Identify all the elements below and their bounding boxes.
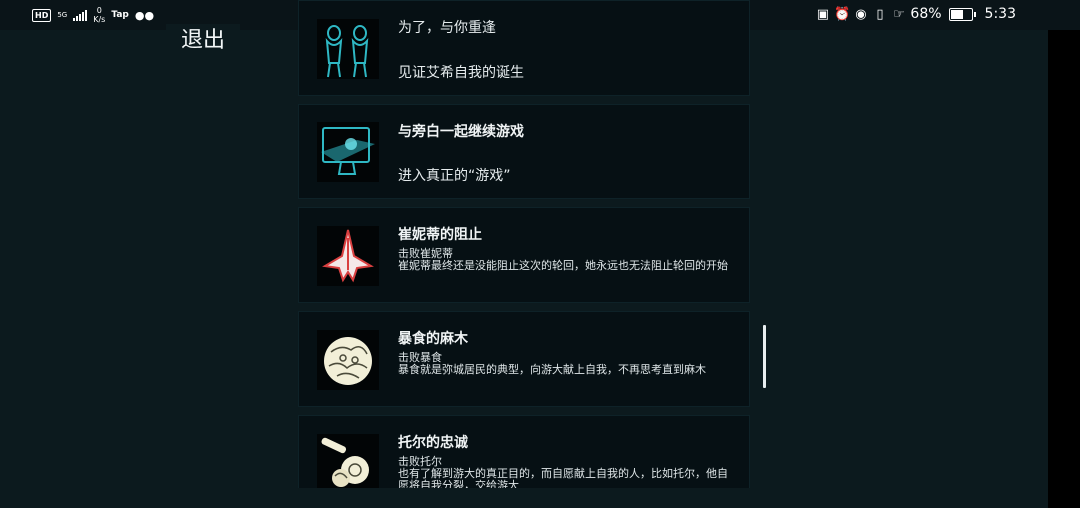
scrollbar[interactable] xyxy=(763,325,766,388)
battery-fill xyxy=(950,9,963,19)
achievement-title: 与旁白一起继续游戏 xyxy=(398,124,524,140)
achievement-card[interactable]: 暴食的麻木 击败暴食 暴食就是弥城居民的典型，向游大献上自我，不再思考直到麻木 xyxy=(298,311,750,407)
clock: 5:33 xyxy=(984,6,1016,22)
speed-unit: K/s xyxy=(93,15,106,24)
nfc-icon: ▣ xyxy=(816,6,830,22)
status-left: HD 5G 0 K/s Tap ●● xyxy=(32,6,154,24)
achievement-card[interactable]: 托尔的忠诚 击败托尔 也有了解到游大的真正目的，而自愿献上自我的人，比如托尔，他… xyxy=(298,415,750,488)
signal-icon xyxy=(73,9,88,21)
achievement-title: 崔妮蒂的阻止 xyxy=(398,227,482,243)
network-speed: 0 K/s xyxy=(93,6,105,24)
thor-cannon-icon xyxy=(317,434,379,488)
alarm-icon: ⏰ xyxy=(834,6,851,22)
exit-button[interactable]: 退出 xyxy=(166,24,240,58)
achievement-description: 暴食就是弥城居民的典型，向游大献上自我，不再思考直到麻木 xyxy=(398,363,706,376)
gluttony-creature-icon xyxy=(317,330,379,390)
vibrate-icon: ▯ xyxy=(876,6,884,22)
achievement-title: 为了，与你重逢 xyxy=(398,20,496,36)
speed-value: 0 xyxy=(96,6,102,15)
mute-bell-icon: ☞ xyxy=(893,6,905,22)
twin-figures-icon xyxy=(317,19,379,79)
network-type: 5G xyxy=(57,10,68,19)
battery-percent: 68% xyxy=(910,6,942,22)
battery-icon xyxy=(948,7,976,21)
wechat-icon: ●● xyxy=(134,8,155,22)
tap-label: Tap xyxy=(111,10,129,20)
achievement-list[interactable]: 为了，与你重逢 见证艾希自我的诞生 与旁白一起继续游戏 进入真正的“游戏” 崔妮 xyxy=(298,0,750,488)
monitor-icon xyxy=(317,122,379,182)
achievement-description: 也有了解到游大的真正目的，而自愿献上自我的人，比如托尔，他自愿将自我分裂，交给游… xyxy=(398,467,728,489)
achievement-description: 崔妮蒂最终还是没能阻止这次的轮回，她永远也无法阻止轮回的开始 xyxy=(398,259,728,272)
achievement-description: 进入真正的“游戏” xyxy=(398,168,511,184)
hd-badge: HD xyxy=(32,8,52,22)
red-ship-icon xyxy=(317,226,379,286)
achievement-card[interactable]: 与旁白一起继续游戏 进入真正的“游戏” xyxy=(298,104,750,199)
achievement-card[interactable]: 为了，与你重逢 见证艾希自我的诞生 xyxy=(298,0,750,96)
achievement-card[interactable]: 崔妮蒂的阻止 击败崔妮蒂 崔妮蒂最终还是没能阻止这次的轮回，她永远也无法阻止轮回… xyxy=(298,207,750,303)
status-right: ▣ ⏰ ◉ ▯ ☞ 68% 5:33 xyxy=(815,6,1016,22)
achievement-description: 见证艾希自我的诞生 xyxy=(398,65,524,81)
right-edge-band xyxy=(1048,30,1080,508)
achievement-title: 托尔的忠诚 xyxy=(398,435,468,451)
achievement-title: 暴食的麻木 xyxy=(398,331,468,347)
headphones-icon: ◉ xyxy=(855,6,867,22)
